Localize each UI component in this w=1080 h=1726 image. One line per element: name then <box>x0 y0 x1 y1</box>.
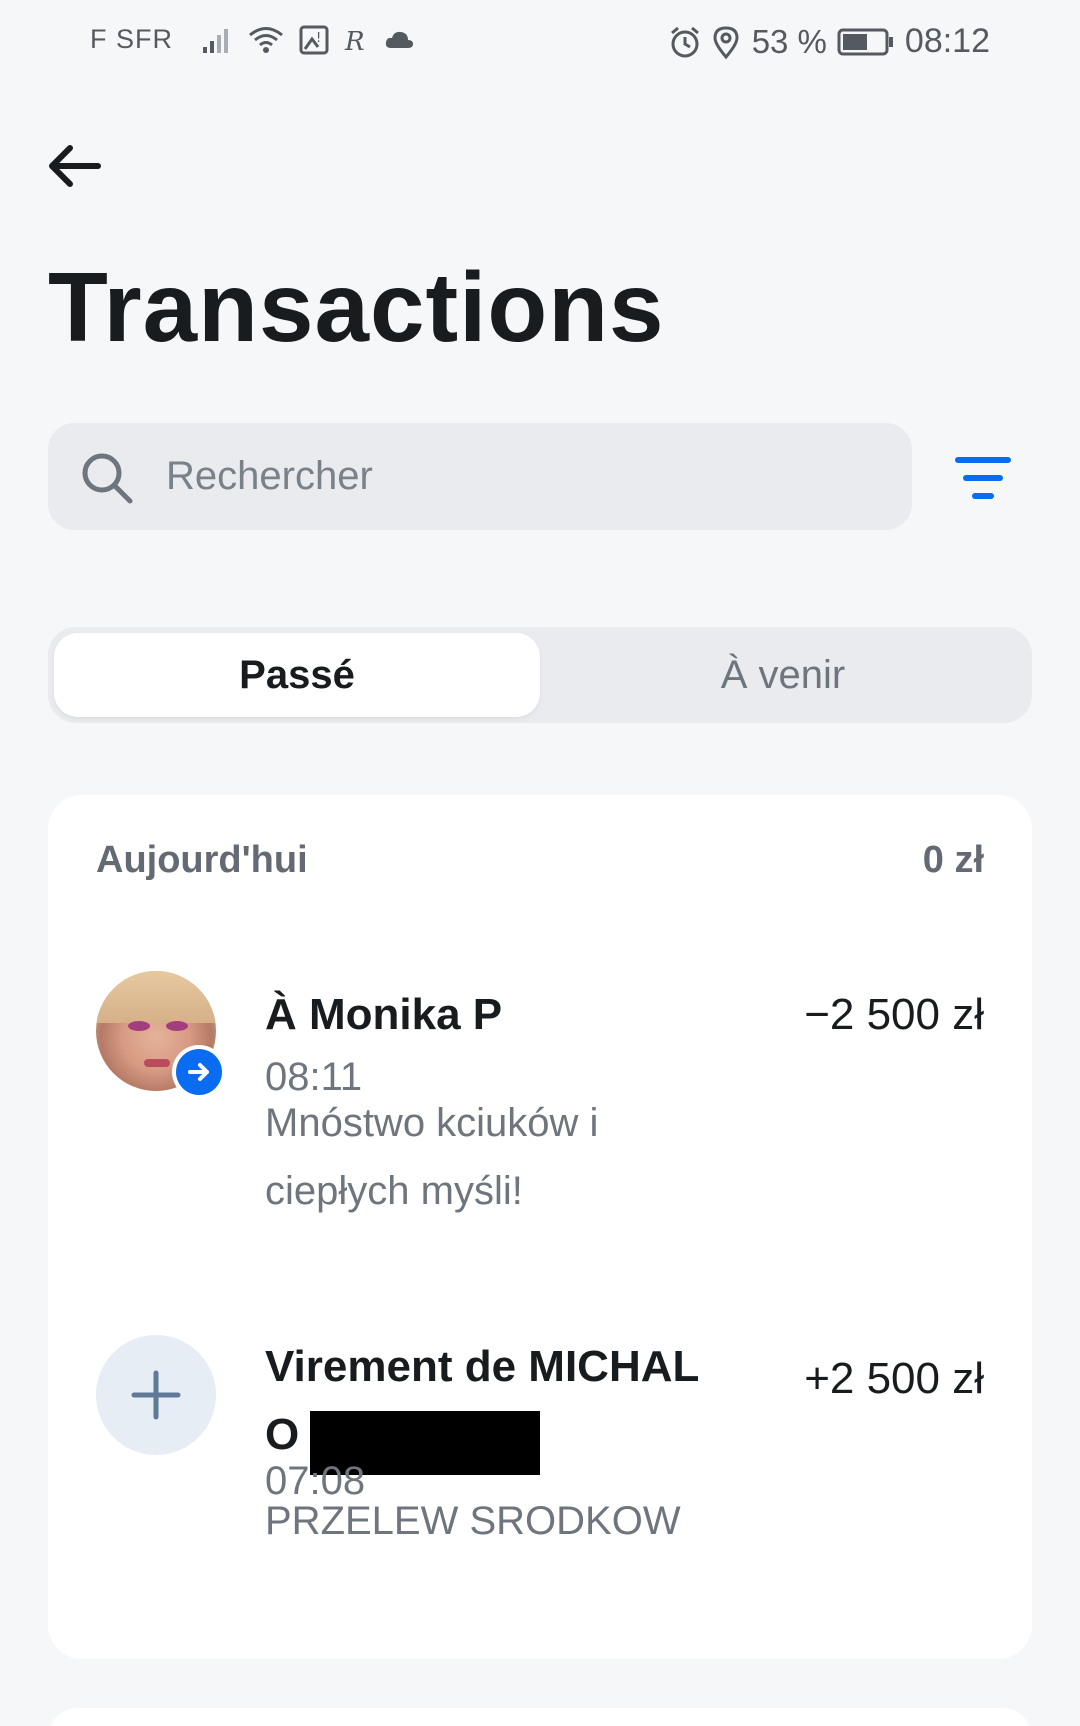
cloud-icon <box>383 28 415 52</box>
battery-icon <box>837 27 895 57</box>
clock-time: 08:12 <box>904 22 990 60</box>
filter-button[interactable] <box>950 450 1016 506</box>
transaction-row[interactable]: À Monika P −2 500 zł 08:11 Mnóstwo kciuk… <box>48 971 1032 1271</box>
transactions-screen: F SFR ! R 53 % 08:12 Transactions Recher… <box>0 0 1080 1726</box>
battery-percent: 53 % <box>751 22 827 60</box>
page-title: Transactions <box>48 252 665 362</box>
transaction-note: Mnóstwo kciuków i ciepłych myśli! <box>265 1101 599 1213</box>
search-icon <box>80 451 136 512</box>
signal-icon <box>201 25 233 55</box>
transaction-note: PRZELEW SRODKOW <box>265 1499 681 1543</box>
carrier-label: F SFR <box>90 24 173 54</box>
alarm-icon <box>668 25 702 59</box>
next-group-card <box>48 1708 1032 1726</box>
outgoing-arrow-icon <box>172 1045 226 1099</box>
status-bar: F SFR ! R 53 % 08:12 <box>0 0 1080 84</box>
svg-text:!: ! <box>316 31 321 46</box>
r-app-icon: R <box>343 25 369 55</box>
wifi-icon <box>247 25 285 55</box>
svg-text:R: R <box>344 27 365 55</box>
tab-past[interactable]: Passé <box>54 633 540 717</box>
transaction-row[interactable]: Virement de MICHAL O +2 500 zł 07:08 PRZ… <box>48 1335 1032 1635</box>
group-total: 0 zł <box>922 839 984 881</box>
transactions-group-card: Aujourd'hui 0 zł À Monika P −2 500 zł 08… <box>48 795 1032 1659</box>
search-input[interactable] <box>166 423 866 530</box>
period-tabs: Passé À venir <box>48 627 1032 723</box>
search-bar[interactable] <box>48 423 912 530</box>
arrow-left-icon <box>49 145 101 187</box>
location-icon <box>712 25 740 59</box>
back-button[interactable] <box>46 138 108 194</box>
filter-icon <box>955 457 1011 499</box>
image-alert-icon: ! <box>299 25 329 55</box>
tab-upcoming[interactable]: À venir <box>540 633 1026 717</box>
group-date-label: Aujourd'hui <box>96 839 308 881</box>
transaction-title: À Monika P <box>265 990 503 1039</box>
plus-icon <box>96 1335 216 1455</box>
transaction-amount: −2 500 zł <box>804 990 984 1039</box>
transaction-amount: +2 500 zł <box>804 1354 984 1403</box>
